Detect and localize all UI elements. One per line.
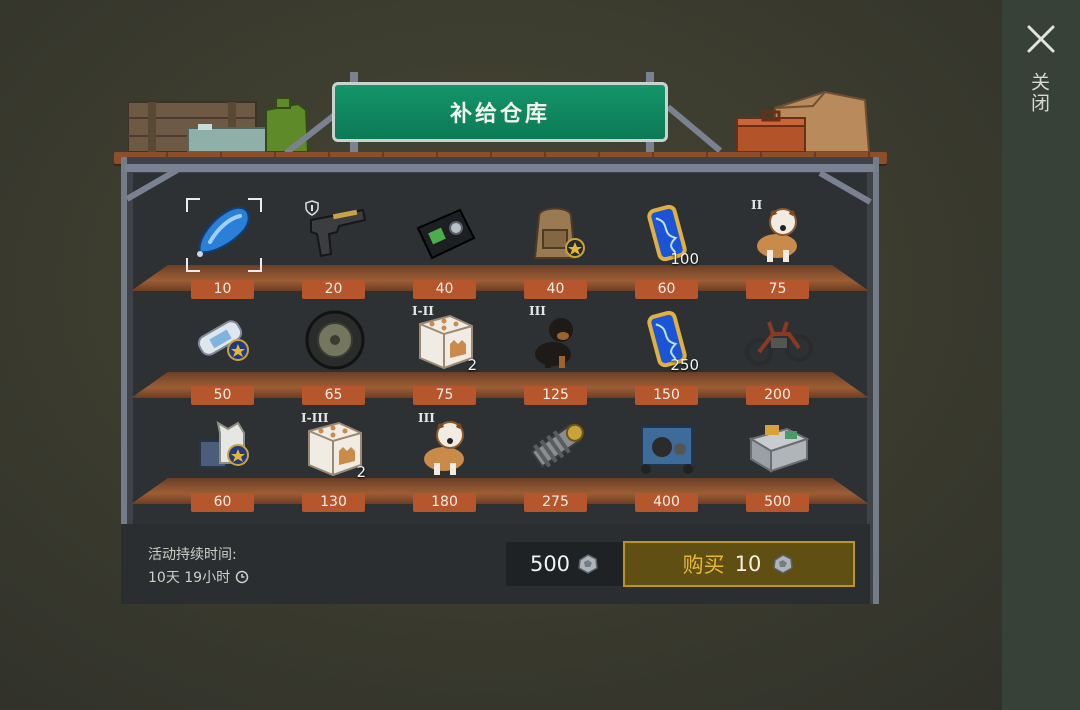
price-tag: 400	[635, 493, 698, 512]
price-tag: 150	[635, 386, 698, 405]
shop-item[interactable]: II 75	[723, 196, 834, 304]
price-tag: 75	[746, 280, 809, 299]
saint-bernard-dog-icon	[424, 421, 464, 475]
price-tag: 50	[191, 386, 254, 405]
shop-item[interactable]: 40	[501, 196, 612, 304]
footer-bar: 活动持续时间: 10天 19小时 500 购买 10	[121, 524, 870, 604]
shop-item[interactable]: III 125	[501, 302, 612, 410]
shop-item[interactable]: 40	[390, 196, 501, 304]
balance-value: 500	[529, 552, 571, 576]
ore-chip-icon	[773, 554, 794, 574]
quantity-label: 2	[467, 356, 477, 374]
shop-item[interactable]: 200	[723, 302, 834, 410]
buy-button[interactable]: 购买 10	[623, 541, 855, 587]
price-tag: 60	[635, 280, 698, 299]
id-wallet-icon	[416, 208, 476, 260]
event-duration-value: 10天 19小时	[148, 570, 231, 586]
saint-bernard-dog-icon	[757, 208, 797, 262]
page-title: 补给仓库	[332, 82, 668, 142]
shop-item[interactable]: 10	[168, 196, 279, 304]
shop-item[interactable]: III 180	[390, 409, 501, 517]
clock-icon	[235, 570, 249, 584]
shop-item[interactable]: 50	[168, 302, 279, 410]
price-tag: 125	[524, 386, 587, 405]
blue-capsule-icon	[197, 206, 250, 257]
shop-item[interactable]: 275	[501, 409, 612, 517]
price-tag: 500	[746, 493, 809, 512]
crates-left-decoration	[128, 97, 310, 153]
shop-item[interactable]: I-III 2 130	[279, 409, 390, 517]
top-rail	[125, 164, 875, 172]
price-tag: 200	[746, 386, 809, 405]
price-tag: 40	[524, 280, 587, 299]
shop-item[interactable]: 500	[723, 409, 834, 517]
backpack-icon	[533, 207, 585, 259]
currency-balance: 500	[506, 542, 624, 586]
shop-item[interactable]: 100 60	[612, 196, 723, 304]
wheel-icon	[305, 310, 365, 370]
shop-item[interactable]: 400	[612, 409, 723, 517]
price-tag: 65	[302, 386, 365, 405]
price-tag: 20	[302, 280, 365, 299]
buy-cost: 10	[734, 552, 762, 576]
vest-blueprint-icon	[199, 420, 249, 468]
price-tag: 75	[413, 386, 476, 405]
rottweiler-dog-icon	[535, 318, 573, 368]
side-bar: 关闭	[1002, 0, 1080, 710]
generator-icon	[641, 426, 693, 474]
price-tag: 40	[413, 280, 476, 299]
event-duration-label: 活动持续时间:	[148, 547, 237, 563]
close-button[interactable]	[1024, 22, 1058, 56]
shop-item[interactable]: I-II 2 75	[390, 302, 501, 410]
price-tag: 130	[302, 493, 365, 512]
crates-right-decoration	[736, 90, 871, 153]
shop-item[interactable]: 60	[168, 409, 279, 517]
close-label[interactable]: 关闭	[1028, 72, 1053, 114]
price-tag: 60	[191, 493, 254, 512]
event-duration: 10天 19小时	[148, 567, 249, 587]
shop-item[interactable]: 65	[279, 302, 390, 410]
quantity-label: 100	[670, 250, 699, 268]
buy-label: 购买	[682, 553, 725, 577]
motorcycle-icon	[745, 321, 813, 366]
price-tag: 180	[413, 493, 476, 512]
shop-item[interactable]: 20	[279, 196, 390, 304]
pistol-icon	[310, 208, 367, 258]
blueprint-scroll-icon	[197, 320, 249, 361]
shop-item[interactable]: 250 150	[612, 302, 723, 410]
quantity-label: 2	[356, 463, 366, 481]
quantity-label: 250	[670, 356, 699, 374]
close-icon	[1027, 25, 1055, 53]
price-tag: 10	[191, 280, 254, 299]
workbench-icon	[748, 425, 810, 473]
sign-brace-right	[666, 104, 723, 154]
engine-part-icon	[530, 423, 584, 468]
ore-chip-icon	[578, 554, 598, 574]
price-tag: 275	[524, 493, 587, 512]
